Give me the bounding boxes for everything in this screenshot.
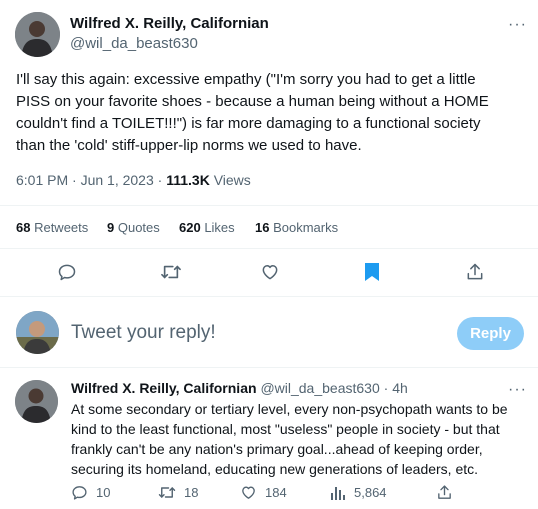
author-handle[interactable]: @wil_da_beast630 [70, 35, 198, 52]
reply-reply-action[interactable]: 10 [71, 484, 110, 501]
reply-share-icon[interactable] [436, 484, 453, 501]
reply-header: Wilfred X. Reilly, Californian @wil_da_b… [71, 380, 408, 396]
reply-retweet-action[interactable]: 18 [158, 484, 198, 501]
reply-views-action[interactable]: 5,864 [330, 484, 387, 501]
tweet-text-line: couldn't find a TOILET!!!") is far more … [16, 115, 481, 132]
divider [0, 367, 538, 368]
retweets-stat[interactable]: 68 Retweets [16, 220, 88, 235]
retweet-icon[interactable] [160, 262, 182, 282]
reply-button[interactable]: Reply [457, 317, 524, 350]
reply-text-line: At some secondary or tertiary level, eve… [71, 401, 508, 417]
divider [0, 248, 538, 249]
like-icon[interactable] [260, 262, 280, 282]
bookmark-icon[interactable] [364, 262, 380, 282]
like-icon [242, 486, 255, 499]
reply-more-options-icon[interactable]: ··· [508, 382, 527, 398]
reply-views-count: 5,864 [354, 485, 387, 500]
reply-like-action[interactable]: 184 [240, 484, 287, 501]
likes-stat[interactable]: 620 Likes [179, 220, 235, 235]
bookmarks-stat[interactable]: 16 Bookmarks [255, 220, 338, 235]
reply-likes-count: 184 [265, 485, 287, 500]
reply-author-avatar[interactable] [15, 380, 58, 423]
quotes-stat[interactable]: 9 Quotes [107, 220, 160, 235]
reply-text-line: frankly can't be any nation's primary go… [71, 441, 483, 457]
reply-input[interactable]: Tweet your reply! [71, 322, 216, 344]
divider [0, 296, 538, 297]
reply-retweets-count: 18 [184, 485, 199, 500]
reply-author-handle[interactable]: @wil_da_beast630 [260, 380, 379, 396]
share-icon[interactable] [465, 262, 485, 282]
reply-text: At some secondary or tertiary level, eve… [71, 399, 531, 479]
views-label: Views [209, 172, 251, 188]
reply-text-line: kind to the least functional, most "usel… [71, 421, 500, 437]
reply-icon [72, 486, 87, 500]
more-options-icon[interactable]: ··· [508, 17, 527, 33]
reply-replies-count: 10 [96, 485, 111, 500]
author-avatar[interactable] [15, 12, 60, 57]
reply-time-separator: · [379, 380, 393, 396]
retweet-icon [158, 487, 176, 498]
current-user-avatar[interactable] [16, 311, 59, 354]
tweet-timestamp[interactable]: 6:01 PM · Jun 1, 2023 · 111.3K Views [16, 172, 251, 188]
author-name[interactable]: Wilfred X. Reilly, Californian [70, 15, 269, 32]
reply-text-line: securing its homeland, educating new gen… [71, 461, 479, 477]
tweet-time[interactable]: 6:01 PM · Jun 1, 2023 · [16, 172, 166, 188]
views-icon [331, 487, 345, 500]
tweet-text-line: than the 'cold' stiff-upper-lip norms we… [16, 137, 362, 154]
tweet-text: I'll say this again: excessive empathy (… [16, 69, 531, 157]
reply-author-name[interactable]: Wilfred X. Reilly, Californian [71, 380, 257, 396]
tweet-text-line: I'll say this again: excessive empathy (… [16, 71, 476, 88]
tweet-text-line: PISS on your favorite shoes - because a … [16, 93, 489, 110]
views-count: 111.3K [166, 172, 210, 188]
reply-icon[interactable] [57, 262, 77, 282]
reply-time[interactable]: 4h [392, 380, 408, 396]
divider [0, 205, 538, 206]
